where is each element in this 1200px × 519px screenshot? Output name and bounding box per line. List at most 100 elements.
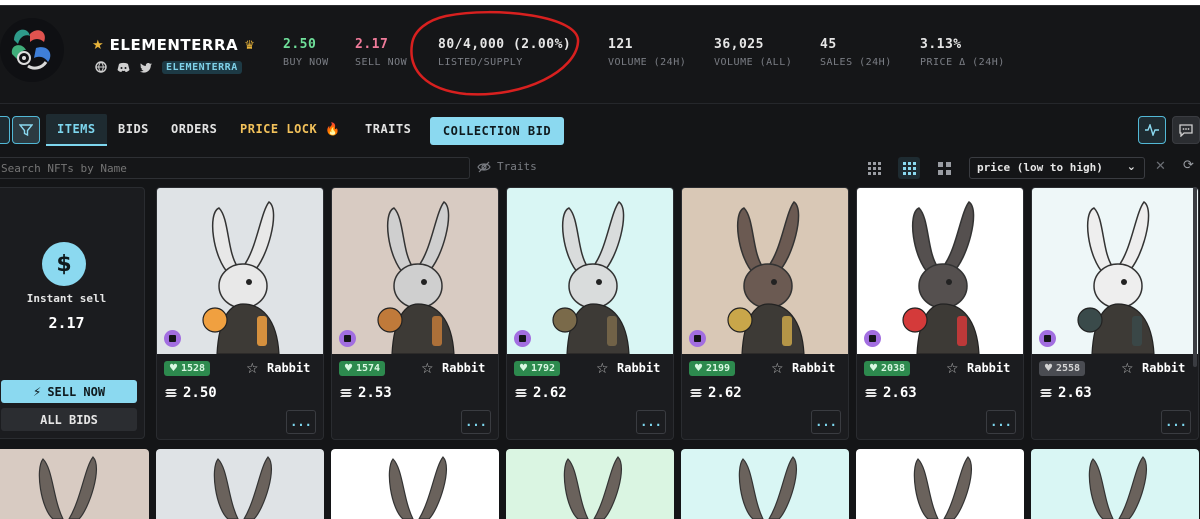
collection-bid-button[interactable]: COLLECTION BID: [430, 117, 564, 145]
nft-image[interactable]: [856, 449, 1024, 519]
discord-icon[interactable]: [117, 58, 130, 77]
all-bids-button[interactable]: ALL BIDS: [1, 408, 137, 431]
clear-sort-button[interactable]: ✕: [1155, 159, 1166, 174]
grid-large-button[interactable]: [933, 157, 955, 179]
grid-medium-button[interactable]: [898, 157, 920, 179]
tab-traits[interactable]: TRAITS: [365, 122, 411, 136]
filter-button[interactable]: [12, 116, 40, 144]
tab-items[interactable]: ITEMS: [57, 122, 96, 136]
collection-tag[interactable]: ELEMENTERRA: [162, 61, 242, 74]
nft-card[interactable]: [506, 449, 674, 519]
nft-card[interactable]: [1031, 449, 1199, 519]
more-options-button[interactable]: ...: [1161, 410, 1191, 434]
stat-label: PRICE Δ (24H): [920, 57, 1005, 68]
refresh-icon[interactable]: ⟳: [1183, 158, 1194, 173]
sol-icon: [340, 389, 352, 397]
stat-label: BUY NOW: [283, 57, 329, 68]
more-options-button[interactable]: ...: [811, 410, 841, 434]
collection-logo: [0, 18, 64, 82]
nft-image[interactable]: [682, 188, 848, 354]
nft-image[interactable]: [157, 188, 323, 354]
scrollbar[interactable]: [1193, 187, 1197, 367]
activity-chart-button[interactable]: [1138, 116, 1166, 144]
stat-sell-now: 2.17 SELL NOW: [355, 37, 407, 68]
stat-label: VOLUME (ALL): [714, 57, 793, 68]
filter-icon: [19, 124, 33, 137]
traits-toggle[interactable]: Traits: [477, 160, 537, 173]
tab-price-lock[interactable]: PRICE LOCK 🔥: [240, 122, 340, 136]
nft-card[interactable]: ♥ 1528 ☆ Rabbit 2.50...: [156, 187, 324, 440]
sell-now-button[interactable]: ⚡ SELL NOW: [1, 380, 137, 403]
eye-off-icon: [477, 161, 491, 172]
nft-type: Rabbit: [792, 361, 836, 375]
nft-card[interactable]: ♥ 1574 ☆ Rabbit 2.53...: [331, 187, 499, 440]
nft-card[interactable]: ♥ 2558 ☆ Rabbit 2.63...: [1031, 187, 1199, 440]
nft-image[interactable]: [506, 449, 674, 519]
twitter-icon[interactable]: [140, 58, 152, 77]
nft-card[interactable]: [331, 449, 499, 519]
search-input[interactable]: [0, 157, 470, 179]
dice-icon: [339, 330, 356, 347]
stat-value: 45: [820, 37, 837, 52]
grid-large-icon: [937, 161, 951, 175]
grid-medium-icon: [902, 161, 916, 175]
chat-button[interactable]: [1172, 116, 1200, 144]
sell-now-label: SELL NOW: [47, 384, 106, 399]
favorite-star-icon[interactable]: ☆: [246, 361, 259, 377]
favorite-star-icon[interactable]: ☆: [771, 361, 784, 377]
dollar-icon: $: [42, 242, 86, 286]
likes-count: 2558: [1055, 363, 1081, 374]
nft-card[interactable]: ♥ 2038 ☆ Rabbit 2.63...: [856, 187, 1024, 440]
likes-badge: ♥ 2199: [689, 361, 736, 376]
more-options-button[interactable]: ...: [286, 410, 316, 434]
favorite-star-icon[interactable]: ☆: [596, 361, 609, 377]
collapse-sidebar-button[interactable]: [0, 116, 10, 144]
likes-count: 2038: [880, 363, 906, 374]
more-options-button[interactable]: ...: [461, 410, 491, 434]
globe-icon[interactable]: [95, 58, 107, 77]
nft-card[interactable]: [856, 449, 1024, 519]
heart-icon: ♥: [869, 363, 878, 374]
dice-icon: [514, 330, 531, 347]
nft-image[interactable]: [0, 449, 149, 519]
nft-image[interactable]: [681, 449, 849, 519]
favorite-star-icon[interactable]: ☆: [421, 361, 434, 377]
nft-image[interactable]: [1032, 188, 1198, 354]
nft-image[interactable]: [332, 188, 498, 354]
nft-card[interactable]: [156, 449, 324, 519]
dice-icon: [864, 330, 881, 347]
nft-image[interactable]: [1031, 449, 1199, 519]
more-options-button[interactable]: ...: [986, 410, 1016, 434]
tab-bids[interactable]: BIDS: [118, 122, 149, 136]
sort-select[interactable]: price (low to high) ⌄: [969, 157, 1145, 179]
traits-label: Traits: [497, 160, 537, 173]
crown-icon: ♛: [244, 38, 255, 52]
chevron-down-icon: ⌄: [1126, 160, 1136, 173]
instant-sell-panel: $ Instant sell 2.17 ⚡ SELL NOW ALL BIDS: [0, 187, 145, 439]
grid-small-button[interactable]: [863, 157, 885, 179]
sol-icon: [165, 389, 177, 397]
nft-image[interactable]: [156, 449, 324, 519]
favorite-star-icon[interactable]: ☆: [1121, 361, 1134, 377]
nft-image[interactable]: [857, 188, 1023, 354]
favorite-star-icon[interactable]: ☆: [946, 361, 959, 377]
more-options-button[interactable]: ...: [636, 410, 666, 434]
stat-value: 121: [608, 37, 633, 52]
stat-value: 3.13%: [920, 37, 962, 52]
stat-label: VOLUME (24H): [608, 57, 687, 68]
nft-image[interactable]: [331, 449, 499, 519]
star-icon[interactable]: ★: [92, 38, 104, 53]
heart-icon: ♥: [519, 363, 528, 374]
tab-orders[interactable]: ORDERS: [171, 122, 217, 136]
heart-icon: ♥: [169, 363, 178, 374]
nft-image[interactable]: [507, 188, 673, 354]
nft-card[interactable]: [681, 449, 849, 519]
nft-card[interactable]: [0, 449, 149, 519]
nft-price: 2.63: [1040, 385, 1092, 401]
likes-badge: ♥ 1528: [164, 361, 211, 376]
nft-price-value: 2.53: [358, 385, 392, 401]
nft-card[interactable]: ♥ 2199 ☆ Rabbit 2.62...: [681, 187, 849, 440]
nft-card[interactable]: ♥ 1792 ☆ Rabbit 2.62...: [506, 187, 674, 440]
likes-count: 1574: [355, 363, 381, 374]
dice-icon: [1039, 330, 1056, 347]
